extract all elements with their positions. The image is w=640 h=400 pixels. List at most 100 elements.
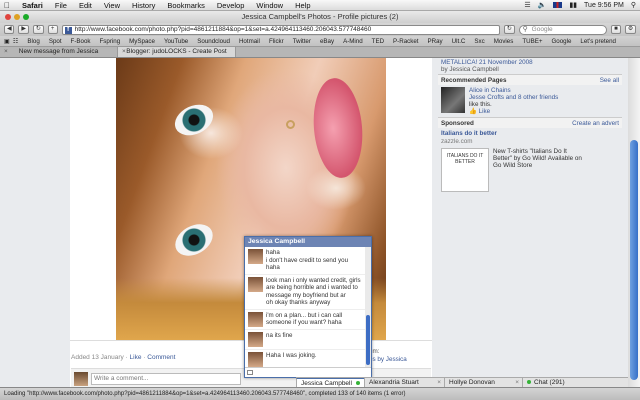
bookmark-item[interactable]: Soundcloud bbox=[197, 38, 230, 45]
bookmark-item[interactable]: Let's pretend bbox=[580, 38, 616, 45]
avatar bbox=[248, 276, 263, 292]
menu-edit[interactable]: Edit bbox=[79, 1, 92, 10]
battery-icon[interactable]: ▮▮ bbox=[569, 1, 577, 9]
ad-title[interactable]: Italians do it better bbox=[441, 130, 619, 138]
like-link[interactable]: Like bbox=[130, 354, 142, 361]
bookmark-item[interactable]: PRay bbox=[428, 38, 443, 45]
chat-message: look man i only wanted credit, girls are… bbox=[245, 275, 371, 310]
address-bar[interactable]: f http://www.facebook.com/photo.php?pid=… bbox=[61, 24, 500, 35]
ad-image[interactable]: ITALIANS DO IT BETTER bbox=[441, 148, 489, 192]
spotlight-icon[interactable]: ⚲ bbox=[631, 1, 636, 9]
ad-text: New T-shirts "Italians Do It Better" by … bbox=[493, 148, 582, 169]
chat-tab-label: Jessica Campbell bbox=[301, 380, 352, 387]
create-ad-link[interactable]: Create an advert bbox=[572, 118, 619, 128]
bookmark-item[interactable]: Fspring bbox=[100, 38, 121, 45]
bookmark-item[interactable]: Ult.C bbox=[452, 38, 466, 45]
bookmark-item[interactable]: eBay bbox=[320, 38, 334, 45]
bookmark-item[interactable]: F-Book bbox=[71, 38, 91, 45]
online-icon bbox=[527, 380, 531, 384]
see-all-link[interactable]: See all bbox=[600, 75, 619, 85]
zoom-window-icon[interactable] bbox=[23, 14, 29, 20]
reading-list-icon[interactable]: ▣ bbox=[4, 38, 10, 45]
reload-button[interactable]: ↻ bbox=[32, 25, 44, 34]
bookmarks-bar: ▣ ☷ Blog Spot F-Book Fspring MySpace You… bbox=[0, 36, 640, 47]
forward-button[interactable]: ▶ bbox=[18, 25, 29, 34]
close-tab-icon[interactable]: × bbox=[122, 47, 126, 57]
bookmark-item[interactable]: Flickr bbox=[269, 38, 284, 45]
bookmark-item[interactable]: Sxc bbox=[474, 38, 484, 45]
menu-tray: ☰ 🔈 ▮▮ Tue 9:56 PM ⚲ bbox=[524, 1, 636, 10]
menu-develop[interactable]: Develop bbox=[217, 1, 245, 10]
bookmark-item[interactable]: Spot bbox=[49, 38, 62, 45]
ad-url: zazzle.com bbox=[441, 138, 473, 145]
chat-message-text: Haha I was joking. bbox=[266, 351, 317, 359]
chat-message: na its fine bbox=[245, 330, 371, 350]
chat-scrollbar[interactable] bbox=[365, 247, 371, 369]
bookmark-item[interactable]: YouTube bbox=[164, 38, 188, 45]
menu-view[interactable]: View bbox=[104, 1, 120, 10]
bookmark-item[interactable]: Google bbox=[551, 38, 571, 45]
previous-photo-title[interactable]: METALLICA! 21 November 2008 bbox=[441, 59, 619, 66]
menu-history[interactable]: History bbox=[132, 1, 155, 10]
chat-message-text: haha i don't have credit to send you hah… bbox=[266, 249, 349, 271]
close-window-icon[interactable] bbox=[5, 14, 11, 20]
chat-header[interactable]: Jessica Campbell bbox=[245, 237, 371, 247]
bookmark-item[interactable]: Hotmail bbox=[239, 38, 260, 45]
bookmarks-grid-icon[interactable]: ☷ bbox=[13, 38, 19, 45]
comment-input[interactable]: Write a comment... bbox=[91, 373, 241, 385]
chat-message-text: look man i only wanted credit, girls are… bbox=[266, 276, 361, 307]
online-icon bbox=[355, 381, 360, 385]
window-titlebar: Jessica Campbell's Photos - Profile pict… bbox=[0, 11, 640, 23]
chat-window: Jessica Campbell haha i don't have credi… bbox=[244, 236, 372, 378]
volume-icon[interactable]: 🔈 bbox=[538, 1, 547, 9]
photo-eye bbox=[169, 98, 219, 142]
back-button[interactable]: ◀ bbox=[4, 25, 15, 34]
comment-link[interactable]: Comment bbox=[147, 354, 175, 361]
add-bookmark-button[interactable]: + bbox=[47, 25, 58, 34]
avatar bbox=[248, 331, 263, 347]
menu-help[interactable]: Help bbox=[295, 1, 310, 10]
scrollbar-thumb[interactable] bbox=[630, 140, 638, 380]
settings-menu-button[interactable]: ⚙ bbox=[624, 25, 636, 34]
facebook-favicon-icon: f bbox=[64, 26, 72, 34]
status-bar: Loading "http://www.facebook.com/photo.p… bbox=[0, 387, 640, 400]
input-source-flag-icon[interactable] bbox=[553, 2, 563, 8]
bookmark-item[interactable]: A-Mind bbox=[343, 38, 363, 45]
search-field[interactable]: ⚲ Google bbox=[518, 24, 607, 35]
tab-blogger[interactable]: × Blogger: judoLOCKS - Create Post bbox=[118, 47, 236, 57]
chat-scrollbar-thumb[interactable] bbox=[366, 315, 370, 365]
bookmark-item[interactable]: Movies bbox=[494, 38, 514, 45]
bookmark-item[interactable]: TUBE+ bbox=[522, 38, 542, 45]
bookmark-item[interactable]: MySpace bbox=[129, 38, 155, 45]
minimize-window-icon[interactable] bbox=[14, 14, 20, 20]
wifi-icon[interactable]: ☰ bbox=[524, 1, 530, 9]
page-name[interactable]: Alice in Chains bbox=[469, 87, 511, 94]
sponsored-header: Sponsored Create an advert bbox=[438, 117, 622, 128]
emoticon-icon[interactable] bbox=[247, 370, 253, 375]
avatar bbox=[248, 249, 263, 264]
bookmark-item[interactable]: Twitter bbox=[293, 38, 311, 45]
clock[interactable]: Tue 9:56 PM bbox=[584, 2, 624, 9]
address-text: http://www.facebook.com/photo.php?pid=48… bbox=[74, 25, 372, 33]
bookmark-item[interactable]: Blog bbox=[27, 38, 39, 45]
album-link[interactable]: es by Jessica bbox=[369, 356, 407, 364]
menu-file[interactable]: File bbox=[55, 1, 67, 10]
page-thumbnail[interactable] bbox=[441, 87, 465, 113]
bookmark-item[interactable]: TED bbox=[372, 38, 384, 45]
friends-link[interactable]: Jesse Crofts and 8 other friends bbox=[469, 94, 558, 101]
menu-bookmarks[interactable]: Bookmarks bbox=[167, 1, 205, 10]
menu-window[interactable]: Window bbox=[256, 1, 283, 10]
bookmark-item[interactable]: P-Racket bbox=[393, 38, 418, 45]
rss-button[interactable]: ↻ bbox=[503, 25, 515, 34]
page-menu-button[interactable]: ■ bbox=[610, 25, 621, 34]
apple-menu-icon[interactable]:  bbox=[4, 1, 10, 10]
chat-input[interactable] bbox=[245, 367, 371, 377]
page-scrollbar[interactable] bbox=[628, 58, 640, 387]
close-tab-icon[interactable]: × bbox=[4, 47, 8, 57]
chat-message-text: i'm on a plan... but i can call someone … bbox=[266, 311, 343, 327]
window-title: Jessica Campbell's Photos - Profile pict… bbox=[241, 12, 399, 21]
tab-new-message[interactable]: × New message from Jessica bbox=[0, 47, 118, 57]
like-page-button[interactable]: Like bbox=[479, 108, 491, 115]
photo-meta: Added 13 January · Like · Comment bbox=[71, 354, 176, 361]
menu-app-safari[interactable]: Safari bbox=[22, 1, 43, 10]
